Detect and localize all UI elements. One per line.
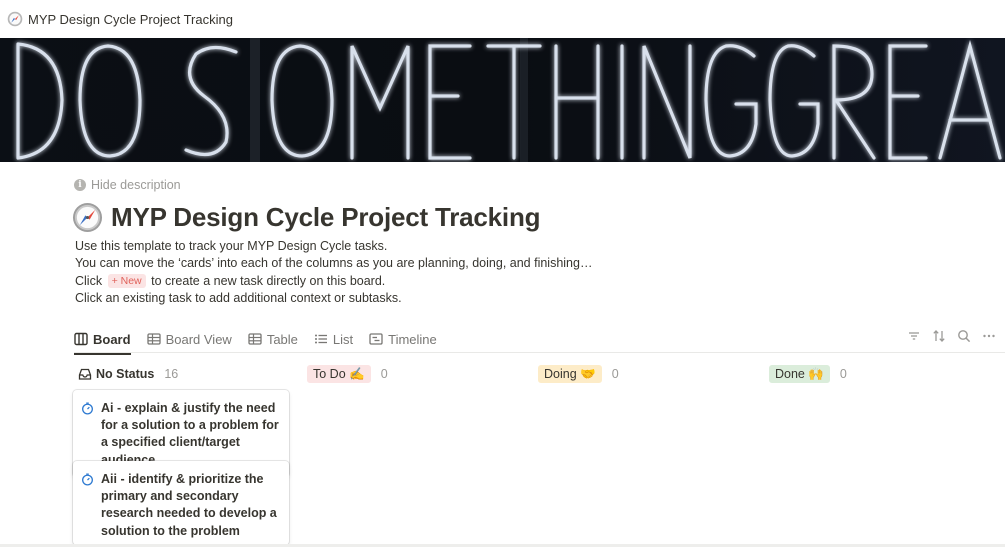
tab-list[interactable]: List [314, 326, 353, 352]
description-text: Click [75, 273, 103, 288]
page-title-text[interactable]: MYP Design Cycle Project Tracking [111, 202, 541, 233]
description-line: Click an existing task to add additional… [75, 291, 402, 306]
page-title: MYP Design Cycle Project Tracking [72, 202, 541, 233]
tabs-divider [74, 352, 1005, 353]
column-count: 16 [164, 367, 179, 381]
view-toolbar [897, 328, 997, 344]
column-header-done[interactable]: Done 🙌 0 [769, 365, 847, 383]
tab-board[interactable]: Board [74, 326, 131, 355]
card-title: Ai - explain & justify the need for a so… [101, 401, 279, 467]
table-icon [146, 333, 161, 345]
info-icon: i [74, 179, 86, 191]
stopwatch-icon [82, 473, 93, 486]
column-count: 0 [611, 367, 619, 381]
status-pill-todo: To Do ✍️ [307, 365, 371, 383]
inbox-icon [78, 368, 92, 380]
compass-icon [7, 11, 23, 27]
table-icon [248, 333, 262, 345]
more-icon[interactable] [981, 328, 997, 344]
search-icon[interactable] [956, 328, 972, 344]
column-header-no-status[interactable]: No Status 16 [78, 365, 178, 383]
timeline-icon [369, 333, 383, 345]
window-title-bar: MYP Design Cycle Project Tracking [0, 0, 1005, 38]
column-header-doing[interactable]: Doing 🤝 0 [538, 365, 619, 383]
tab-board-view[interactable]: Board View [146, 326, 232, 352]
description-text: to create a new task directly on this bo… [151, 273, 386, 288]
tab-timeline[interactable]: Timeline [369, 326, 437, 352]
column-count: 0 [839, 367, 847, 381]
description-line: You can move the ‘cards’ into each of th… [75, 256, 593, 271]
description-line: Click + New to create a new task directl… [75, 273, 592, 290]
list-icon [314, 334, 327, 344]
tab-table[interactable]: Table [248, 326, 298, 352]
filter-icon[interactable] [906, 328, 922, 344]
new-inline-chip: + New [107, 273, 146, 288]
stopwatch-icon [82, 402, 93, 415]
description-line: Use this template to track your MYP Desi… [75, 239, 388, 253]
column-count: 0 [380, 367, 388, 381]
tab-label: Board [93, 331, 131, 347]
tab-label: Table [266, 331, 298, 347]
tab-label: Timeline [388, 331, 437, 347]
card-title: Aii - identify & prioritize the primary … [101, 472, 277, 538]
tab-label: List [332, 331, 354, 347]
board-card[interactable]: Aii - identify & prioritize the primary … [73, 461, 289, 545]
tab-label: Board View [165, 331, 232, 347]
window-title: MYP Design Cycle Project Tracking [28, 11, 233, 27]
hide-description-toggle[interactable]: i Hide description [74, 178, 181, 192]
cover-image [0, 38, 1005, 162]
column-label: No Status [96, 367, 155, 381]
compass-icon[interactable] [72, 202, 103, 233]
page-description: Use this template to track your MYP Desi… [75, 238, 592, 308]
status-pill-done: Done 🙌 [769, 365, 830, 383]
view-tabs: Board Board View Table List Timeline [74, 326, 453, 355]
column-header-todo[interactable]: To Do ✍️ 0 [307, 365, 388, 383]
board-icon [74, 332, 88, 346]
hide-description-label: Hide description [91, 178, 181, 192]
sort-icon[interactable] [931, 328, 947, 344]
status-pill-doing: Doing 🤝 [538, 365, 602, 383]
